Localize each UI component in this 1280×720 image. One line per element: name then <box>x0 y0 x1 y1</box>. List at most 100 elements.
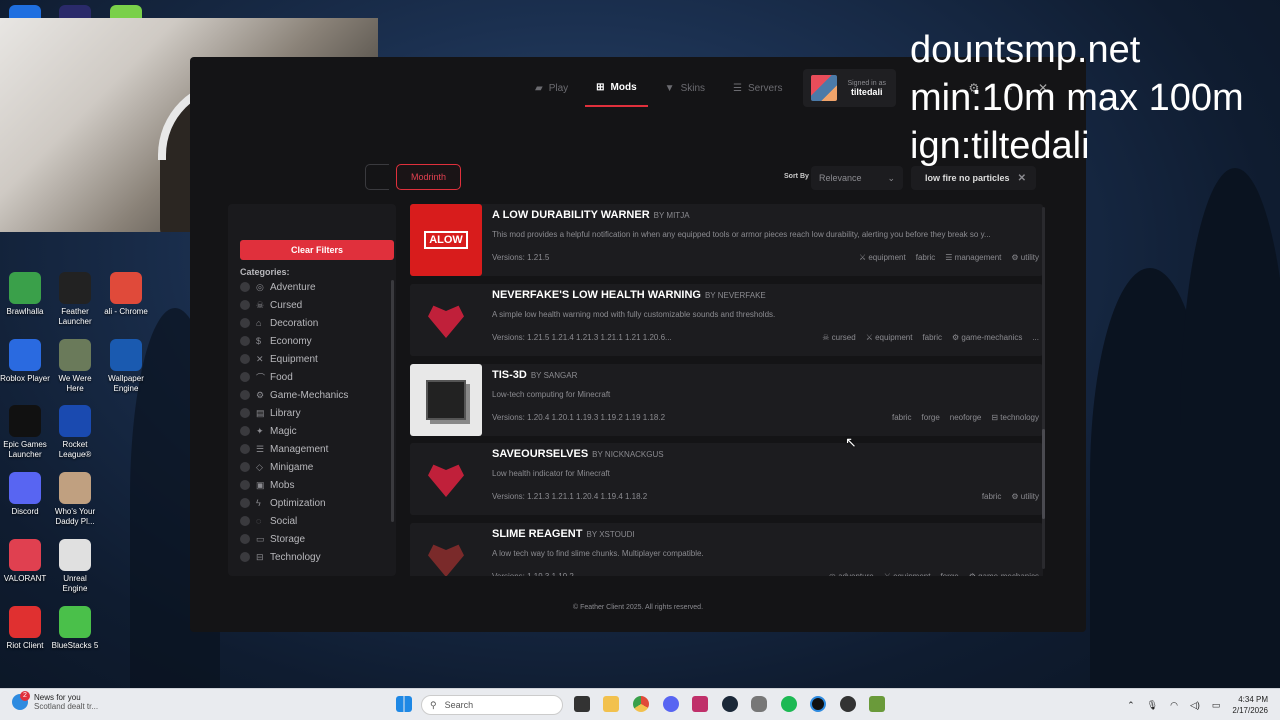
category-item[interactable]: $ Economy <box>240 332 348 350</box>
category-checkbox[interactable] <box>240 336 250 346</box>
mod-title[interactable]: SAVEOURSELVES BY NICKNACKGUS <box>492 448 664 460</box>
category-item[interactable]: ◌ Social <box>240 512 348 530</box>
desktop-icon[interactable]: Riot Client <box>0 606 50 651</box>
mod-tags: ⚔ equipment fabric ☰ management ⚙ utility <box>859 253 1039 262</box>
category-item[interactable]: ▣ Mobs <box>240 476 348 494</box>
desktop-icon[interactable]: Roblox Player <box>0 339 50 384</box>
volume-icon[interactable]: ◁) <box>1190 700 1200 711</box>
news-widget[interactable]: 2 News for you Scotland dealt tr... <box>12 691 98 711</box>
category-checkbox[interactable] <box>240 480 250 490</box>
category-checkbox[interactable] <box>240 408 250 418</box>
mouse-app-icon[interactable] <box>751 696 767 712</box>
category-checkbox[interactable] <box>240 516 250 526</box>
category-checkbox[interactable] <box>240 300 250 310</box>
category-checkbox[interactable] <box>240 534 250 544</box>
category-item[interactable]: ✦ Magic <box>240 422 348 440</box>
category-checkbox[interactable] <box>240 444 250 454</box>
category-checkbox[interactable] <box>240 390 250 400</box>
tab-mods[interactable]: ⊞ Mods <box>585 69 648 107</box>
category-item[interactable]: ▭ Storage <box>240 530 348 548</box>
desktop-icon[interactable]: We Were Here <box>50 339 100 394</box>
desktop-icon[interactable]: Feather Launcher <box>50 272 100 327</box>
mod-card[interactable]: SLIME REAGENT BY XSTOUDI A low tech way to… <box>410 523 1043 576</box>
category-checkbox[interactable] <box>240 462 250 472</box>
category-checkbox[interactable] <box>240 282 250 292</box>
desktop-icon[interactable]: Discord <box>0 472 50 517</box>
sort-select[interactable]: Relevance ⌄ <box>811 166 903 190</box>
category-item[interactable]: ▤ Library <box>240 404 348 422</box>
desktop-icon[interactable]: ali - Chrome <box>101 272 151 317</box>
desktop-icon[interactable]: Unreal Engine <box>50 539 100 594</box>
category-item[interactable]: ⊟ Technology <box>240 548 348 566</box>
mod-card[interactable]: ALOW A LOW DURABILITY WARNER BY MITJA This … <box>410 204 1043 276</box>
mod-title[interactable]: A LOW DURABILITY WARNER BY MITJA <box>492 209 690 221</box>
category-item[interactable]: ⌒ Food <box>240 368 348 386</box>
category-item[interactable]: ϟ Optimization <box>240 494 348 512</box>
category-checkbox[interactable] <box>240 354 250 364</box>
category-item[interactable]: ◇ Minigame <box>240 458 348 476</box>
minecraft-icon[interactable] <box>869 696 885 712</box>
avatar <box>811 75 838 101</box>
category-item[interactable]: ☠ Cursed <box>240 296 348 314</box>
mod-tag: ⚙ utility <box>1011 253 1039 262</box>
mod-thumbnail[interactable]: ALOW <box>410 204 482 276</box>
spotify-icon[interactable] <box>781 696 797 712</box>
desktop-icon[interactable]: VALORANT <box>0 539 50 584</box>
mod-name: NEVERFAKE'S LOW HEALTH WARNING <box>492 289 701 301</box>
steam-icon[interactable] <box>722 696 738 712</box>
microphone-icon[interactable]: 🎙 <box>1147 700 1158 711</box>
category-item[interactable]: ⌂ Decoration <box>240 314 348 332</box>
obs-icon[interactable] <box>840 696 856 712</box>
source-button-modrinth[interactable]: Modrinth <box>396 164 461 190</box>
sidebar-scrollbar[interactable] <box>391 280 394 522</box>
desktop-icon-label: Rocket League® <box>58 440 92 459</box>
desktop-icon-label: Riot Client <box>6 641 44 650</box>
windows-start-icon[interactable] <box>396 696 412 712</box>
tab-servers[interactable]: ☰ Servers <box>722 69 793 107</box>
task-view-icon[interactable] <box>574 696 590 712</box>
category-item[interactable]: ◎ Adventure <box>240 278 348 296</box>
clock[interactable]: 4:34 PM 2/17/2026 <box>1232 694 1268 716</box>
wifi-icon[interactable]: ◠ <box>1170 700 1178 711</box>
feather-taskbar-icon[interactable] <box>810 696 826 712</box>
mod-card[interactable]: NEVERFAKE'S LOW HEALTH WARNING BY NEVERFA… <box>410 284 1043 356</box>
source-button-curseforge[interactable] <box>365 164 389 190</box>
clear-search-icon[interactable]: ✕ <box>1018 173 1026 184</box>
category-checkbox[interactable] <box>240 318 250 328</box>
scrollbar-thumb[interactable] <box>1042 429 1045 519</box>
category-checkbox[interactable] <box>240 498 250 508</box>
mod-card[interactable]: SAVEOURSELVES BY NICKNACKGUS Low health in… <box>410 443 1043 515</box>
mod-thumbnail[interactable] <box>410 523 482 576</box>
snipping-tool-icon[interactable] <box>692 696 708 712</box>
discord-taskbar-icon[interactable] <box>663 696 679 712</box>
tab-skins[interactable]: ▼ Skins <box>654 69 716 107</box>
taskbar-search[interactable]: ⚲ Search <box>421 695 563 715</box>
category-item[interactable]: ✕ Equipment <box>240 350 348 368</box>
category-item[interactable]: ⚙ Game-Mechanics <box>240 386 348 404</box>
file-explorer-icon[interactable] <box>603 696 619 712</box>
desktop-icon[interactable]: Rocket League® <box>50 405 100 460</box>
desktop-icon[interactable]: BlueStacks 5 <box>50 606 100 651</box>
desktop-icon[interactable]: Who's Your Daddy Pl... <box>50 472 100 527</box>
mod-title[interactable]: TIS-3D BY SANGAR <box>492 369 577 381</box>
tab-play[interactable]: ▰ Play <box>524 69 579 107</box>
account-button[interactable]: Signed in as tiltedali <box>803 69 896 107</box>
mod-title[interactable]: NEVERFAKE'S LOW HEALTH WARNING BY NEVERFA… <box>492 289 766 301</box>
category-checkbox[interactable] <box>240 426 250 436</box>
mod-thumbnail[interactable] <box>410 364 482 436</box>
category-checkbox[interactable] <box>240 372 250 382</box>
desktop-icon[interactable]: Wallpaper Engine <box>101 339 151 394</box>
chrome-icon[interactable] <box>633 696 649 712</box>
mod-title[interactable]: SLIME REAGENT BY XSTOUDI <box>492 528 635 540</box>
clear-filters-button[interactable]: Clear Filters <box>240 240 394 260</box>
mod-list-scrollbar[interactable] <box>1042 207 1045 569</box>
mod-card[interactable]: TIS-3D BY SANGAR Low-tech computing for Mi… <box>410 364 1043 436</box>
category-item[interactable]: ☰ Management <box>240 440 348 458</box>
desktop-icon[interactable]: Epic Games Launcher <box>0 405 50 460</box>
mod-thumbnail[interactable] <box>410 284 482 356</box>
category-checkbox[interactable] <box>240 552 250 562</box>
battery-icon[interactable]: ▭ <box>1212 700 1221 711</box>
mod-thumbnail[interactable] <box>410 443 482 515</box>
chevron-up-icon[interactable]: ⌃ <box>1127 700 1135 711</box>
desktop-icon[interactable]: Brawlhalla <box>0 272 50 317</box>
